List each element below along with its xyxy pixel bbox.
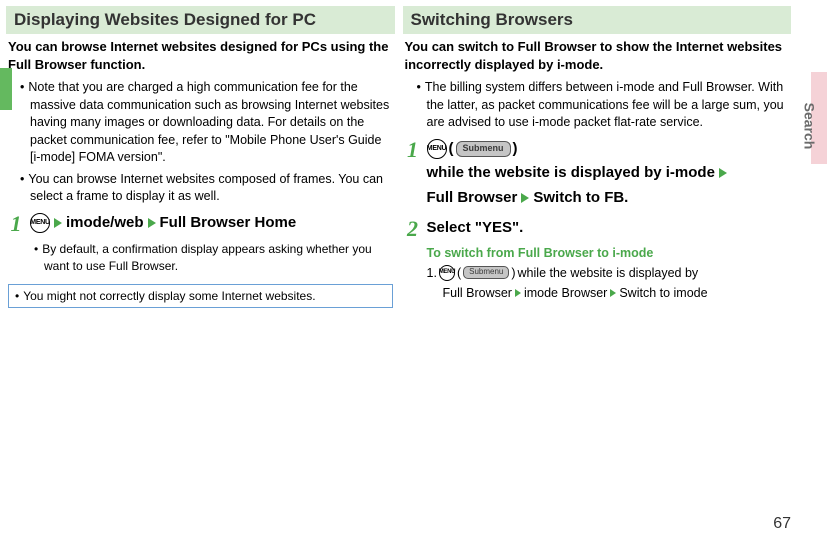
step-2-right: 2 Select "YES". To switch from Full Brow…	[403, 215, 792, 305]
sub-bullet-item: By default, a confirmation display appea…	[34, 241, 395, 275]
text-segment: Full Browser	[443, 283, 512, 303]
paren-open: (	[449, 138, 454, 161]
manual-page: Search Displaying Websites Designed for …	[0, 0, 827, 543]
page-number: 67	[773, 515, 791, 533]
step-body: MENU imode/web Full Browser Home	[26, 212, 395, 235]
step-title: MENU imode/web Full Browser Home	[30, 212, 395, 235]
intro-text-right: You can switch to Full Browser to show t…	[403, 38, 792, 79]
arrow-icon	[610, 289, 616, 297]
intro-text-left: You can browse Internet websites designe…	[6, 38, 395, 79]
content-columns: Displaying Websites Designed for PC You …	[6, 6, 791, 308]
text-segment: )	[511, 263, 515, 283]
step-1-left: 1 MENU imode/web Full Browser Home	[6, 210, 395, 238]
section-tab-label: Search	[802, 103, 818, 150]
section-heading-left: Displaying Websites Designed for PC	[6, 6, 395, 34]
step-number: 1	[403, 138, 423, 162]
bullet-list-right: The billing system differs between i-mod…	[403, 79, 792, 132]
paren-open: (	[457, 263, 461, 283]
step-body: Select "YES". To switch from Full Browse…	[423, 217, 792, 303]
step-sub-bullets: By default, a confirmation display appea…	[6, 238, 395, 275]
bullet-item: You can browse Internet websites compose…	[20, 171, 391, 206]
bullet-item: The billing system differs between i-mod…	[417, 79, 788, 132]
breadcrumb-segment: imode/web	[66, 212, 144, 235]
breadcrumb-segment: Full Browser Home	[160, 212, 297, 235]
section-heading-right: Switching Browsers	[403, 6, 792, 34]
arrow-icon	[54, 218, 62, 228]
text-segment: imode Browser	[524, 283, 607, 303]
submenu-pill: Submenu	[463, 266, 509, 279]
small-step: 1. MENU ( Submenu ) while the website is…	[427, 263, 792, 303]
text-segment: Switch to FB.	[533, 187, 628, 210]
step-title: Select "YES".	[427, 217, 792, 240]
text-segment: while the website is displayed by	[518, 263, 699, 283]
menu-icon: MENU	[427, 139, 447, 159]
step-1-right: 1 MENU ( Submenu ) while the website is …	[403, 136, 792, 212]
note-box: You might not correctly display some Int…	[8, 284, 393, 308]
text-segment: Full Browser	[427, 187, 518, 210]
note-text: You might not correctly display some Int…	[15, 289, 386, 303]
text-segment: while the website is displayed by i-mode	[427, 162, 715, 185]
arrow-icon	[515, 289, 521, 297]
menu-icon: MENU	[30, 213, 50, 233]
right-column: Switching Browsers You can switch to Ful…	[403, 6, 792, 308]
arrow-icon	[719, 168, 727, 178]
arrow-icon	[521, 193, 529, 203]
step-body: MENU ( Submenu ) while the website is di…	[423, 138, 792, 210]
step-number: 1	[6, 212, 26, 236]
left-edge-tab	[0, 68, 12, 110]
step-number: 2	[403, 217, 423, 241]
step-2-text: Select "YES".	[427, 217, 524, 240]
text-segment: Switch to imode	[619, 283, 707, 303]
arrow-icon	[148, 218, 156, 228]
sub-heading: To switch from Full Browser to i-mode	[427, 246, 792, 260]
submenu-pill: Submenu	[456, 141, 511, 157]
menu-icon: MENU	[439, 265, 455, 281]
left-column: Displaying Websites Designed for PC You …	[6, 6, 395, 308]
small-step-prefix: 1.	[427, 263, 437, 283]
bullet-list-left: Note that you are charged a high communi…	[6, 79, 395, 206]
step-title: MENU ( Submenu ) while the website is di…	[427, 138, 792, 210]
bullet-item: Note that you are charged a high communi…	[20, 79, 391, 167]
text-segment: )	[513, 138, 518, 161]
